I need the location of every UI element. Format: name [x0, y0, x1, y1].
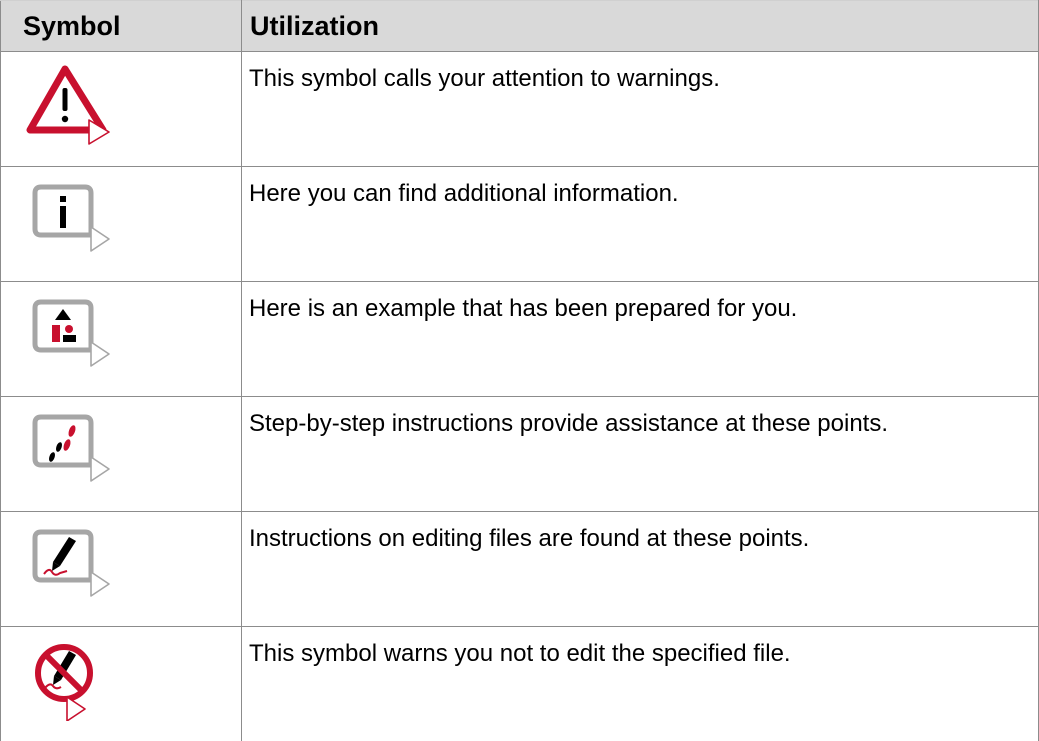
utilization-cell: Here is an example that has been prepare… [242, 282, 1039, 397]
table-row: This symbol warns you not to edit the sp… [1, 627, 1039, 741]
header-utilization: Utilization [242, 1, 1039, 52]
table-row: Here you can find additional information… [1, 167, 1039, 282]
table-header-row: Symbol Utilization [1, 1, 1039, 52]
do-not-edit-icon [25, 637, 113, 721]
step-by-step-icon [25, 407, 113, 491]
table-row: Here is an example that has been prepare… [1, 282, 1039, 397]
symbol-cell [1, 512, 242, 627]
symbol-legend-table: Symbol Utilization This symbol calls you… [0, 0, 1039, 741]
warning-icon [25, 62, 113, 146]
utilization-cell: Instructions on editing files are found … [242, 512, 1039, 627]
info-icon [25, 177, 113, 261]
table-row: Step-by-step instructions provide assist… [1, 397, 1039, 512]
table-row: This symbol calls your attention to warn… [1, 52, 1039, 167]
symbol-cell [1, 167, 242, 282]
symbol-cell [1, 397, 242, 512]
utilization-cell: This symbol warns you not to edit the sp… [242, 627, 1039, 741]
example-icon [25, 292, 113, 376]
edit-file-icon [25, 522, 113, 606]
utilization-cell: This symbol calls your attention to warn… [242, 52, 1039, 167]
header-symbol: Symbol [1, 1, 242, 52]
table-row: Instructions on editing files are found … [1, 512, 1039, 627]
utilization-cell: Here you can find additional information… [242, 167, 1039, 282]
utilization-cell: Step-by-step instructions provide assist… [242, 397, 1039, 512]
symbol-cell [1, 52, 242, 167]
symbol-cell [1, 627, 242, 741]
symbol-cell [1, 282, 242, 397]
